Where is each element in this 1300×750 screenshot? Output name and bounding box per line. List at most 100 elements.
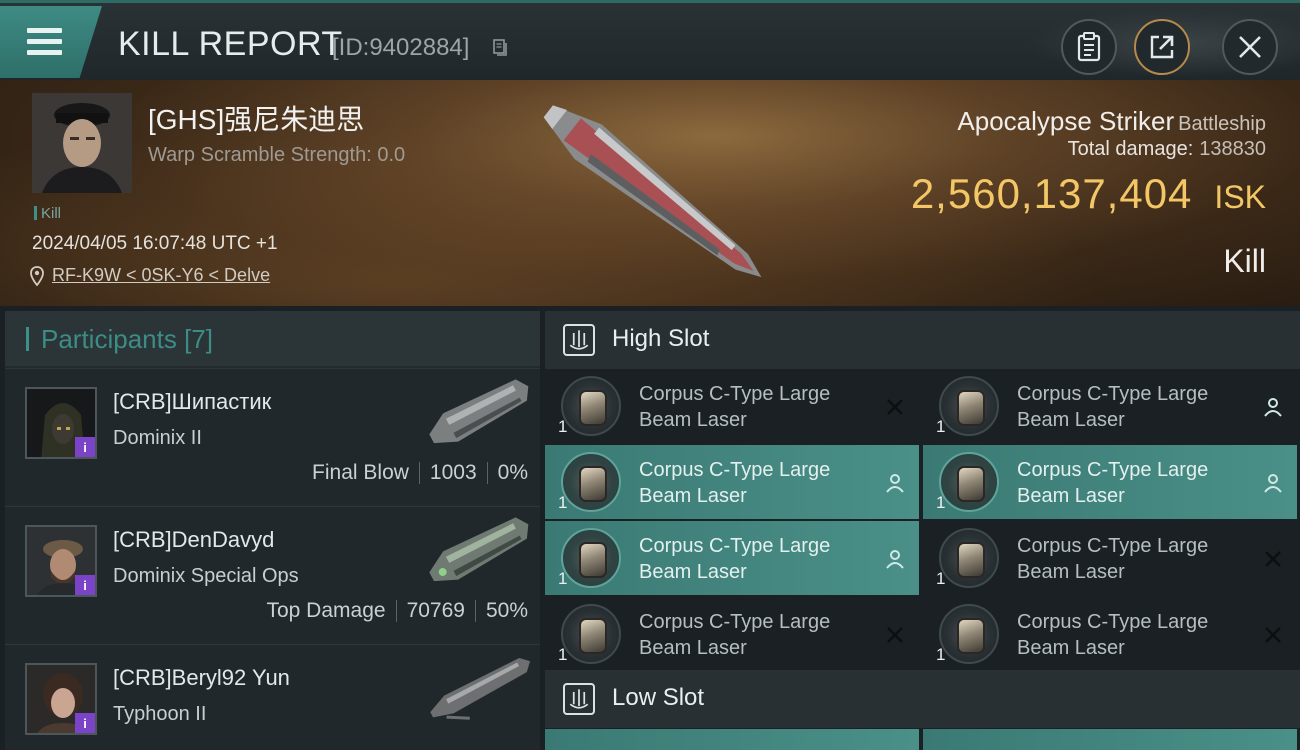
- module-quantity: 1: [558, 493, 568, 512]
- module-quantity: 1: [936, 493, 946, 512]
- high-slot-title: High Slot: [612, 325, 710, 352]
- participant-ship: Dominix II: [113, 427, 202, 449]
- close-icon: [1239, 36, 1261, 58]
- dropped-person-icon: [1264, 474, 1282, 493]
- total-damage: Total damage: 138830: [1067, 138, 1266, 160]
- menu-icon: [27, 28, 62, 33]
- module-icon: [939, 528, 999, 588]
- location-link[interactable]: RF-K9W < 0SK-Y6 < Delve: [52, 265, 270, 286]
- high-slot-icon: [563, 324, 595, 356]
- faction-badge: i: [75, 575, 95, 595]
- participant-ship-image[interactable]: [417, 653, 539, 725]
- module-slot[interactable]: 1 Corpus C-Type Large Beam Laser: [923, 369, 1297, 443]
- module-icon: [939, 452, 999, 512]
- participant-row[interactable]: i [CRB]Beryl92 Yun Typhoon II: [5, 644, 540, 750]
- participant-name[interactable]: [CRB]Beryl92 Yun: [113, 665, 290, 691]
- kill-tag: Kill: [34, 205, 61, 222]
- close-button[interactable]: [1222, 19, 1278, 75]
- participant-ship-image[interactable]: [417, 515, 539, 587]
- dropped-person-icon: [886, 474, 904, 493]
- module-quantity: 1: [558, 569, 568, 588]
- participant-avatar[interactable]: i: [25, 387, 97, 459]
- kill-summary-banner: [GHS]强尼朱迪思 Warp Scramble Strength: 0.0 K…: [0, 80, 1300, 306]
- high-slot-header[interactable]: High Slot: [545, 311, 1300, 369]
- module-quantity: 1: [558, 417, 568, 436]
- module-name: Corpus C-Type Large Beam Laser: [639, 535, 831, 583]
- dropped-person-icon: [886, 550, 904, 569]
- stat-damage: 1003: [429, 461, 477, 484]
- stat-damage: 70769: [406, 599, 465, 622]
- module-icon: [561, 528, 621, 588]
- dropped-person-icon: [1264, 398, 1282, 417]
- isk-amount: 2,560,137,404: [910, 170, 1193, 217]
- module-icon: [939, 376, 999, 436]
- participant-ship: Dominix Special Ops: [113, 565, 299, 587]
- kill-datetime: 2024/04/05 16:07:48 UTC +1: [32, 233, 278, 254]
- faction-badge: i: [75, 713, 95, 733]
- module-name: Corpus C-Type Large Beam Laser: [1017, 535, 1209, 583]
- module-name: Corpus C-Type Large Beam Laser: [1017, 383, 1209, 431]
- participant-stats: Top Damage 70769 50%: [266, 599, 528, 623]
- module-slot[interactable]: 1 Corpus C-Type Large Beam Laser: [923, 521, 1297, 595]
- location-pin-icon: [30, 265, 44, 286]
- module-quantity: 1: [558, 645, 568, 664]
- share-icon: [1150, 35, 1174, 59]
- victim-ship-image[interactable]: [510, 92, 800, 297]
- module-slot[interactable]: 1 Corpus C-Type Large Beam Laser: [923, 597, 1297, 671]
- destroyed-icon: [887, 627, 903, 643]
- low-slot-title: Low Slot: [612, 684, 705, 711]
- report-id: [ID:9402884]: [332, 34, 470, 61]
- page-title: KILL REPORT: [118, 25, 343, 63]
- participant-name[interactable]: [CRB]Шипастик: [113, 389, 271, 415]
- menu-button[interactable]: [0, 6, 102, 78]
- low-slot-header[interactable]: Low Slot: [545, 670, 1300, 728]
- module-name: Corpus C-Type Large Beam Laser: [639, 611, 831, 659]
- module-icon: [939, 604, 999, 664]
- share-button[interactable]: [1134, 19, 1190, 75]
- kill-location[interactable]: RF-K9W < 0SK-Y6 < Delve: [30, 265, 270, 286]
- module-quantity: 1: [936, 569, 946, 588]
- participant-ship: Typhoon II: [113, 703, 207, 725]
- victim-ship[interactable]: Apocalypse Striker Battleship: [957, 106, 1266, 137]
- module-slot[interactable]: 1 Corpus C-Type Large Beam Laser: [545, 445, 919, 519]
- title-bar: KILL REPORT [ID:9402884]: [0, 0, 1300, 83]
- isk-unit: ISK: [1214, 179, 1266, 215]
- participants-title: Participants [7]: [41, 324, 213, 354]
- low-slot-module-partial[interactable]: [545, 729, 919, 750]
- module-quantity: 1: [936, 417, 946, 436]
- participant-avatar[interactable]: i: [25, 663, 97, 735]
- participant-row[interactable]: i [CRB]Шипастик Dominix II Final Blow 10…: [5, 368, 540, 505]
- module-name: Corpus C-Type Large Beam Laser: [1017, 459, 1209, 507]
- victim-portrait[interactable]: [32, 93, 132, 193]
- participant-ship-image[interactable]: [417, 377, 539, 449]
- victim-name[interactable]: [GHS]强尼朱迪思: [148, 98, 364, 138]
- warp-scramble-strength: Warp Scramble Strength: 0.0: [148, 144, 406, 166]
- low-slot-icon: [563, 683, 595, 715]
- participant-row[interactable]: i [CRB]DenDavyd Dominix Special Ops Top …: [5, 506, 540, 643]
- clipboard-button[interactable]: [1061, 19, 1117, 75]
- stat-label: Top Damage: [266, 599, 386, 622]
- participants-header[interactable]: Participants [7]: [5, 311, 540, 366]
- stat-percent: 0%: [497, 461, 528, 484]
- kill-result: Kill: [1223, 243, 1266, 279]
- clipboard-icon: [1077, 32, 1101, 62]
- module-slot[interactable]: 1 Corpus C-Type Large Beam Laser: [923, 445, 1297, 519]
- copy-id-icon[interactable]: [493, 39, 508, 57]
- destroyed-icon: [1265, 627, 1281, 643]
- participants-panel: Participants [7] i [CRB]Шипастик Dominix…: [5, 311, 540, 750]
- module-slot[interactable]: 1 Corpus C-Type Large Beam Laser: [545, 521, 919, 595]
- isk-value: 2,560,137,404 ISK: [911, 170, 1266, 218]
- low-slot-module-partial[interactable]: [923, 729, 1297, 750]
- module-slot[interactable]: 1 Corpus C-Type Large Beam Laser: [545, 597, 919, 671]
- stat-label: Final Blow: [312, 461, 409, 484]
- destroyed-icon: [887, 399, 903, 415]
- destroyed-icon: [1265, 551, 1281, 567]
- participant-avatar[interactable]: i: [25, 525, 97, 597]
- module-name: Corpus C-Type Large Beam Laser: [639, 459, 831, 507]
- module-icon: [561, 452, 621, 512]
- participant-stats: Final Blow 1003 0%: [312, 461, 528, 485]
- module-icon: [561, 376, 621, 436]
- module-slot[interactable]: 1 Corpus C-Type Large Beam Laser: [545, 369, 919, 443]
- participant-name[interactable]: [CRB]DenDavyd: [113, 527, 274, 553]
- module-name: Corpus C-Type Large Beam Laser: [1017, 611, 1209, 659]
